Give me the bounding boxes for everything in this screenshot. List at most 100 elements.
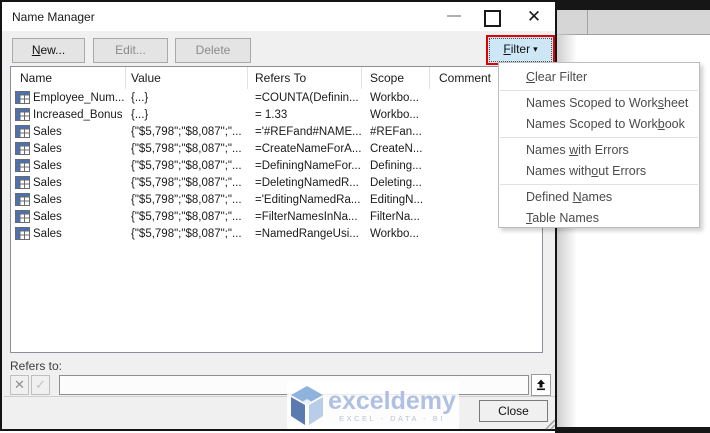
refers-to-cell: =FilterNamesInNa...: [255, 210, 358, 223]
refers-to-cell: =COUNTA(Definin...: [255, 91, 359, 104]
label-post: ames: [581, 190, 613, 204]
names-list: Name Value Refers To Scope Comment Emplo…: [10, 66, 543, 353]
label-post: ook: [664, 117, 685, 131]
label-pre: Names: [526, 143, 570, 157]
named-range-icon: [15, 176, 30, 189]
menu-item-table-names[interactable]: Table Names: [499, 208, 699, 229]
label-accel: F: [503, 42, 511, 56]
resize-grip[interactable]: [545, 419, 556, 430]
menu-item-names-without-errors[interactable]: Names without Errors: [499, 161, 699, 182]
value-cell: {...}: [131, 108, 149, 121]
refers-to-label: Refers to:: [10, 359, 63, 373]
scope-cell: Workbo...: [370, 108, 419, 121]
delete-button[interactable]: Delete: [175, 38, 251, 63]
cancel-edit-icon[interactable]: ✕: [10, 375, 29, 395]
name-cell: Employee_Num...: [33, 91, 125, 104]
refers-to-cell: ='EditingNamedRa...: [255, 193, 361, 206]
footer-divider: [4, 396, 555, 397]
label-pre: Names with: [526, 164, 592, 178]
table-row[interactable]: Sales {"$5,798";"$8,087";"... =DefiningN…: [11, 157, 542, 174]
list-header: Name Value Refers To Scope Comment: [11, 67, 542, 89]
excel-bottom-border: [555, 427, 710, 433]
label-post: ut Errors: [598, 164, 647, 178]
menu-item-names-scoped-to-workbook[interactable]: Names Scoped to Workbook: [499, 114, 699, 135]
menu-item-names-scoped-to-worksheet[interactable]: Names Scoped to Worksheet: [499, 93, 699, 114]
minimize-icon[interactable]: [443, 15, 465, 19]
name-cell: Increased_Bonus: [33, 108, 123, 121]
scope-cell: Workbo...: [370, 91, 419, 104]
table-row[interactable]: Sales {"$5,798";"$8,087";"... =NamedRang…: [11, 225, 542, 242]
watermark-brand: exceldemy: [328, 386, 456, 415]
refers-to-cell: =CreateNameForA...: [255, 142, 362, 155]
label-post: ew...: [40, 43, 66, 57]
named-range-icon: [15, 159, 30, 172]
table-row[interactable]: Employee_Num... {...} =COUNTA(Definin...…: [11, 89, 542, 106]
collapse-dialog-icon[interactable]: [531, 374, 551, 396]
column-header-value[interactable]: Value: [126, 67, 248, 89]
menu-separator: [500, 137, 698, 138]
commit-edit-icon[interactable]: ✓: [31, 375, 50, 395]
close-button[interactable]: Close: [479, 400, 548, 422]
menu-item-names-with-errors[interactable]: Names with Errors: [499, 140, 699, 161]
dialog-title: Name Manager: [12, 10, 95, 24]
refers-to-cell: ='#REFand#NAME...: [255, 125, 362, 138]
menu-separator: [500, 90, 698, 91]
close-icon[interactable]: ✕: [523, 6, 545, 28]
menu-item-clear-filter[interactable]: Clear Filter: [499, 67, 699, 88]
excel-top-border: [555, 0, 710, 10]
screenshot-stage: Name Manager ✕ New... Edit... Delete Fil…: [0, 0, 710, 433]
refers-to-cell: =NamedRangeUsi...: [255, 227, 359, 240]
table-row[interactable]: Sales {"$5,798";"$8,087";"... =FilterNam…: [11, 208, 542, 225]
minimize-bar: [447, 15, 461, 17]
refers-to-cell: =DeletingNamedR...: [255, 176, 359, 189]
column-header-name[interactable]: Name: [11, 67, 126, 89]
label-pre: Names Scoped to Work: [526, 96, 658, 110]
label-post: ilter: [510, 42, 531, 56]
named-range-icon: [15, 142, 30, 155]
label-accel: N: [572, 190, 582, 204]
named-range-icon: [15, 91, 30, 104]
maximize-icon[interactable]: [484, 10, 501, 27]
named-range-icon: [15, 125, 30, 138]
column-header-scope[interactable]: Scope: [362, 67, 430, 89]
filter-dropdown-menu: Clear Filter Names Scoped to Worksheet N…: [498, 62, 700, 228]
name-cell: Sales: [33, 227, 62, 240]
value-cell: {"$5,798";"$8,087";"...: [131, 176, 242, 189]
scope-cell: Defining...: [370, 159, 422, 172]
refers-to-cell: = 1.33: [255, 108, 288, 121]
table-row[interactable]: Sales {"$5,798";"$8,087";"... =CreateNam…: [11, 140, 542, 157]
table-row[interactable]: Sales {"$5,798";"$8,087";"... ='#REFand#…: [11, 123, 542, 140]
label-post: heet: [664, 96, 689, 110]
new-button[interactable]: New...: [12, 38, 85, 63]
label-post: able Names: [532, 211, 599, 225]
label-post: lear Filter: [535, 70, 588, 84]
label-accel: w: [569, 143, 579, 157]
name-cell: Sales: [33, 193, 62, 206]
scope-cell: Workbo...: [370, 227, 419, 240]
column-header-refers-to[interactable]: Refers To: [248, 67, 362, 89]
label-pre: Names Scoped to Work: [526, 117, 658, 131]
dropdown-caret-icon: ▾: [533, 44, 538, 54]
name-cell: Sales: [33, 125, 62, 138]
excel-column-header-strip: [555, 10, 710, 35]
name-cell: Sales: [33, 159, 62, 172]
filter-button[interactable]: Filter ▾: [489, 38, 552, 62]
label-post: ith Errors: [578, 143, 629, 157]
edit-button[interactable]: Edit...: [93, 38, 168, 63]
value-cell: {"$5,798";"$8,087";"...: [131, 125, 242, 138]
value-cell: {"$5,798";"$8,087";"...: [131, 210, 242, 223]
table-row[interactable]: Sales {"$5,798";"$8,087";"... =DeletingN…: [11, 174, 542, 191]
name-cell: Sales: [33, 142, 62, 155]
named-range-icon: [15, 227, 30, 240]
exceldemy-logo-icon: [291, 385, 323, 425]
watermark-tagline: EXCEL - DATA - BI: [339, 413, 445, 423]
value-cell: {"$5,798";"$8,087";"...: [131, 227, 242, 240]
value-cell: {"$5,798";"$8,087";"...: [131, 142, 242, 155]
table-row[interactable]: Increased_Bonus {...} = 1.33 Workbo...: [11, 106, 542, 123]
table-row[interactable]: Sales {"$5,798";"$8,087";"... ='EditingN…: [11, 191, 542, 208]
dialog-titlebar[interactable]: Name Manager ✕: [2, 2, 555, 31]
named-range-icon: [15, 108, 30, 121]
excel-column-divider: [587, 10, 588, 34]
menu-item-defined-names[interactable]: Defined Names: [499, 187, 699, 208]
scope-cell: FilterNa...: [370, 210, 420, 223]
